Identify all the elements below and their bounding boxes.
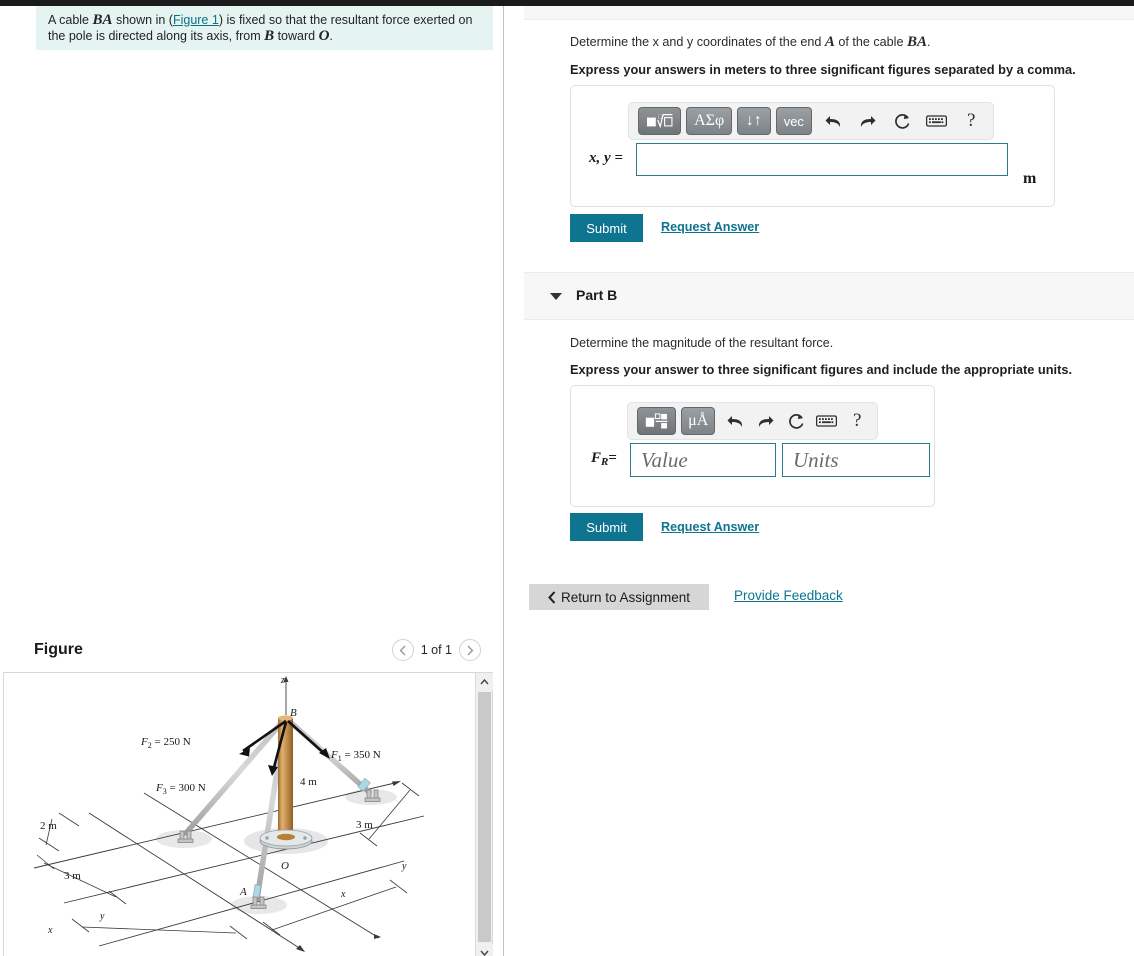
scroll-up-icon[interactable] <box>476 673 493 690</box>
part-a-question-end: . <box>926 35 931 49</box>
greek-symbols-button[interactable]: ΑΣφ <box>686 107 732 135</box>
template-radical-icon: □ <box>646 114 673 129</box>
part-b-instruction: Express your answer to three significant… <box>570 362 1073 377</box>
part-a-variable-label: x, y = <box>589 150 623 166</box>
pole-cable-diagram: z B O A F2 = 250 N F1 = 350 N F3 = 300 N… <box>33 675 425 952</box>
scroll-down-icon[interactable] <box>476 944 493 956</box>
problem-text-mid1: shown in ( <box>112 13 173 27</box>
part-b-title: Part B <box>576 287 618 303</box>
undo-icon[interactable] <box>724 408 746 434</box>
figure-next-button[interactable] <box>459 639 481 661</box>
problem-text-mid3: toward <box>274 29 319 43</box>
part-b-question: Determine the magnitude of the resultant… <box>570 336 834 350</box>
scrollbar-thumb[interactable] <box>478 692 491 942</box>
figure-pager: 1 of 1 <box>391 639 481 661</box>
reset-icon[interactable] <box>785 408 807 434</box>
figure-header: Figure 1 of 1 <box>34 636 484 672</box>
redo-icon[interactable] <box>855 108 880 134</box>
axis-label-z: z <box>280 675 285 686</box>
provide-feedback-link[interactable]: Provide Feedback <box>734 588 843 603</box>
part-b-request-answer-link[interactable]: Request Answer <box>661 520 759 534</box>
label-dim-pole: 4 m <box>300 776 317 788</box>
part-b-answer-card: μÅ ? FR= <box>570 385 935 507</box>
part-a-question: Determine the x and y coordinates of the… <box>570 34 1130 51</box>
label-axis-y-right: y <box>401 861 407 872</box>
part-a-question-pre: Determine the x and y coordinates of the… <box>570 35 825 49</box>
figure-title: Figure <box>34 641 83 658</box>
problem-point-b: B <box>264 28 275 44</box>
help-icon[interactable]: ? <box>959 108 984 134</box>
math-template-button[interactable] <box>637 407 677 435</box>
figure-1-link[interactable]: Figure 1 <box>173 13 219 27</box>
updown-arrows-button[interactable]: ↓↑ <box>736 107 771 135</box>
chevron-left-icon <box>399 645 406 655</box>
problem-cable-label: BA <box>92 12 113 28</box>
figure-page-label: 1 of 1 <box>420 643 452 657</box>
part-a-answer-card: □ ΑΣφ ↓↑ vec ? x, y = <box>570 85 1055 207</box>
part-a-question-mid: of the cable <box>834 35 907 49</box>
part-a-answer-input[interactable] <box>636 143 1008 176</box>
problem-point-o: O <box>318 28 330 44</box>
part-b-toolbar: μÅ ? <box>627 402 878 440</box>
return-to-assignment-label: Return to Assignment <box>560 589 691 605</box>
chevron-right-icon <box>466 645 473 655</box>
figure-panel: z B O A F2 = 250 N F1 = 350 N F3 = 300 N… <box>3 672 493 956</box>
label-point-b: B <box>290 707 297 719</box>
problem-statement: A cable BA shown in (Figure 1) is fixed … <box>36 6 493 50</box>
part-a-var-a: A <box>824 34 835 50</box>
part-b-collapse-caret[interactable] <box>550 293 562 300</box>
template-fraction-icon <box>645 413 668 429</box>
figure-canvas: z B O A F2 = 250 N F1 = 350 N F3 = 300 N… <box>4 673 476 956</box>
part-b-var-main: F <box>591 450 602 466</box>
vector-button[interactable]: vec <box>775 107 812 135</box>
keyboard-icon[interactable] <box>924 108 949 134</box>
math-template-button[interactable]: □ <box>638 107 682 135</box>
label-force-1: F1 = 350 N <box>330 749 381 763</box>
left-pane: A cable BA shown in (Figure 1) is fixed … <box>0 6 503 956</box>
label-force-3: F3 = 300 N <box>155 782 206 796</box>
label-axis-x-right: x <box>340 889 346 900</box>
part-b-variable-label: FR= <box>591 450 617 468</box>
return-to-assignment-button[interactable]: Return to Assignment <box>529 584 709 610</box>
label-force-2: F2 = 250 N <box>140 736 191 750</box>
keyboard-icon[interactable] <box>816 408 838 434</box>
part-a-header-band <box>524 6 1134 20</box>
label-point-o: O <box>281 860 289 872</box>
label-axis-y-left: y <box>99 911 105 922</box>
figure-prev-button[interactable] <box>391 639 414 661</box>
redo-icon[interactable] <box>755 408 777 434</box>
part-a-instruction: Express your answers in meters to three … <box>570 62 1076 77</box>
label-dim-3m-right: 3 m <box>356 819 373 831</box>
chevron-left-icon <box>548 590 556 604</box>
part-a-var-ba: BA <box>906 34 927 50</box>
label-dim-3m-left: 3 m <box>64 870 81 882</box>
part-a-submit-button[interactable]: Submit <box>570 214 643 242</box>
undo-icon[interactable] <box>821 108 846 134</box>
figure-scrollbar[interactable] <box>475 673 493 956</box>
reset-icon[interactable] <box>890 108 915 134</box>
part-b-var-eq: = <box>608 450 617 466</box>
part-b-submit-button[interactable]: Submit <box>570 513 643 541</box>
problem-text-end: . <box>329 29 333 43</box>
part-a-request-answer-link[interactable]: Request Answer <box>661 220 759 234</box>
label-axis-x-left: x <box>47 925 53 936</box>
label-point-a: A <box>239 886 247 898</box>
help-icon[interactable]: ? <box>846 408 868 434</box>
part-b-header[interactable]: Part B <box>524 272 1134 320</box>
right-pane: Determine the x and y coordinates of the… <box>504 6 1134 956</box>
label-dim-2m: 2 m <box>40 820 57 832</box>
part-b-units-input[interactable] <box>782 443 930 477</box>
units-button[interactable]: μÅ <box>681 407 716 435</box>
part-b-value-input[interactable] <box>630 443 776 477</box>
page-root: A cable BA shown in (Figure 1) is fixed … <box>0 0 1134 956</box>
problem-text-prefix: A cable <box>48 13 93 27</box>
part-a-unit-label: m <box>1023 170 1037 187</box>
part-a-toolbar: □ ΑΣφ ↓↑ vec ? <box>628 102 994 140</box>
